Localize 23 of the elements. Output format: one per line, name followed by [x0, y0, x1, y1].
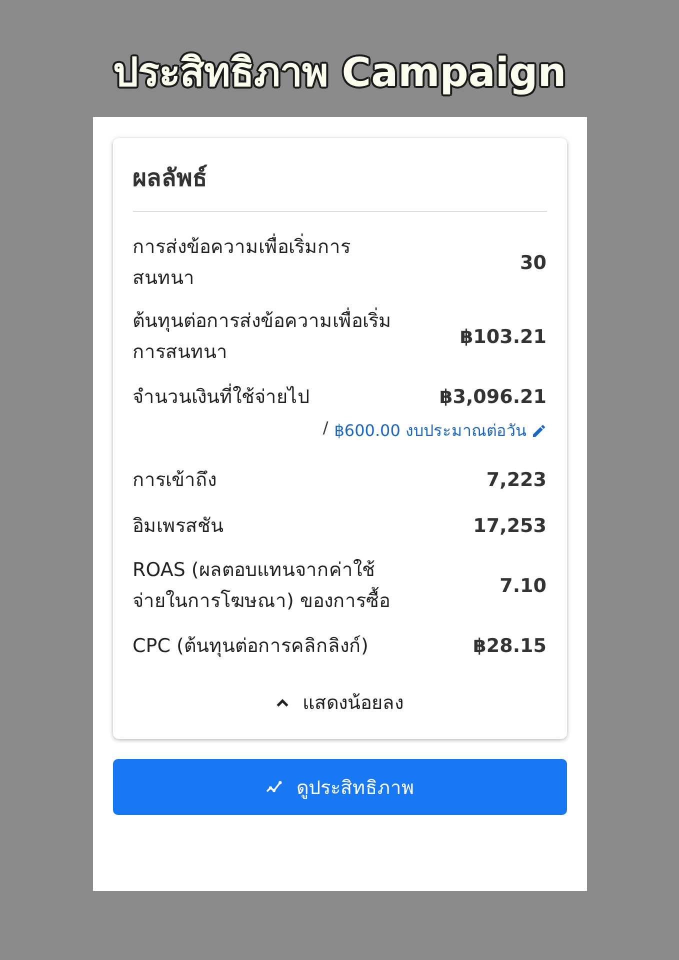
trend-line-icon [264, 780, 282, 794]
metric-label: CPC (ต้นทุนต่อการคลิกลิงก์) [132, 634, 370, 659]
metric-label: จำนวนเงินที่ใช้จ่ายไป [132, 382, 310, 410]
metric-label: ต้นทุนต่อการส่งข้อความเพื่อเริ่มการสนทนา [132, 306, 408, 368]
metric-value: 7,223 [486, 469, 546, 491]
metric-label: การส่งข้อความเพื่อเริ่มการสนทนา [132, 232, 408, 294]
card-heading: ผลลัพธ์ [132, 158, 546, 212]
metric-label: ROAS (ผลตอบแทนจากค่าใช้จ่ายในการโฆษณา) ของการซื้อ [132, 558, 391, 614]
metric-value: 30 [520, 252, 546, 274]
view-performance-button[interactable]: ดูประสิทธิภาพ [112, 759, 566, 815]
page-title: ประสิทธิภาพ Campaign [112, 49, 566, 98]
pencil-icon [530, 422, 546, 438]
chevron-up-icon [276, 698, 288, 706]
metric-value: ฿3,096.21 [440, 386, 546, 408]
metric-value: ฿103.21 [460, 326, 546, 348]
metric-value: 17,253 [473, 515, 546, 537]
daily-budget-link[interactable]: ฿600.00 งบประมาณต่อวัน [334, 418, 546, 443]
metric-value: ฿28.15 [473, 635, 546, 657]
separator-text: / [322, 418, 328, 439]
show-less-button[interactable]: แสดงน้อยลง [276, 687, 404, 717]
metric-value: 7.10 [500, 575, 546, 597]
metric-label: อิมเพรสชัน [132, 514, 224, 538]
metric-label: การเข้าถึง [132, 468, 218, 492]
